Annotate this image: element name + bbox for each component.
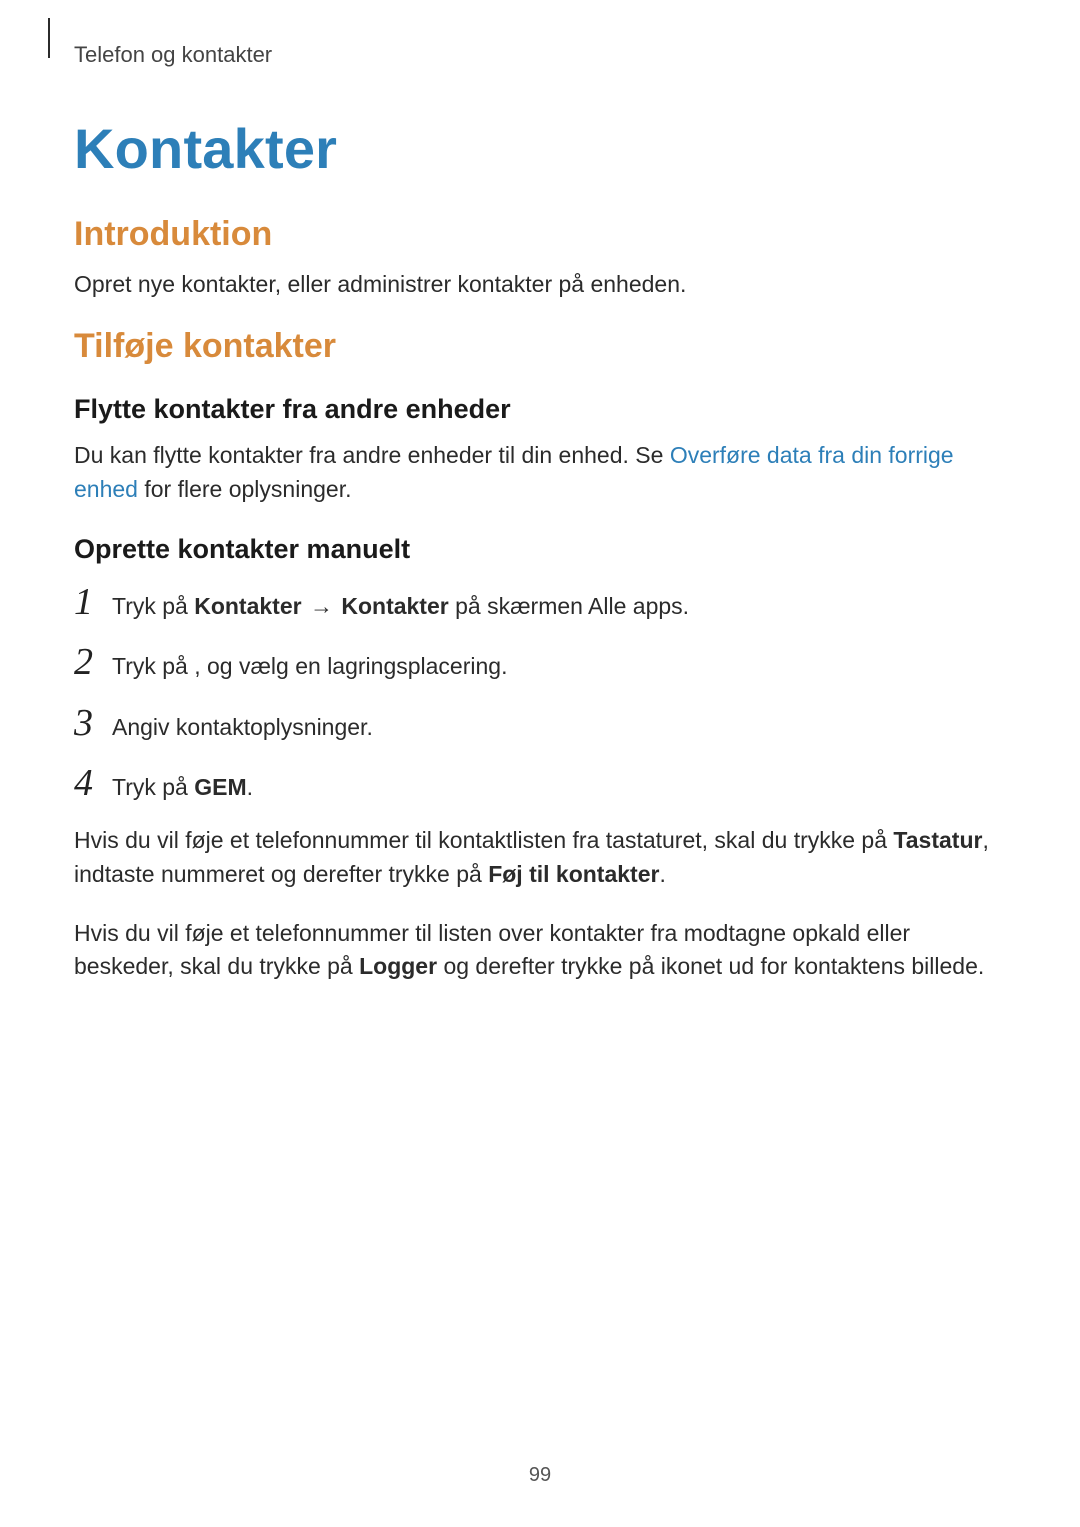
subsection-move-heading: Flytte kontakter fra andre enheder xyxy=(74,394,1006,425)
step-item: 3 Angiv kontaktoplysninger. xyxy=(74,704,1006,744)
note-paragraph: Hvis du vil føje et telefonnummer til li… xyxy=(74,917,1006,984)
page-title: Kontakter xyxy=(74,116,1006,181)
step-item: 1 Tryk på Kontakter → Kontakter på skærm… xyxy=(74,583,1006,623)
step-bold-fragment: Kontakter xyxy=(341,593,448,619)
subsection-move-body: Du kan flytte kontakter fra andre enhede… xyxy=(74,439,1006,506)
step-number: 2 xyxy=(74,643,112,681)
step-text: Tryk på GEM. xyxy=(112,771,253,804)
step-text-fragment: Tryk på xyxy=(112,593,194,619)
step-list: 1 Tryk på Kontakter → Kontakter på skærm… xyxy=(74,583,1006,804)
step-number: 4 xyxy=(74,764,112,802)
step-text-fragment: Angiv kontaktoplysninger. xyxy=(112,714,373,740)
step-text: Angiv kontaktoplysninger. xyxy=(112,711,373,744)
note-text-fragment: . xyxy=(659,861,665,887)
manual-page: Telefon og kontakter Kontakter Introdukt… xyxy=(0,0,1080,1527)
section-introduction-body: Opret nye kontakter, eller administrer k… xyxy=(74,268,1006,301)
breadcrumb: Telefon og kontakter xyxy=(74,42,1006,68)
section-add-heading: Tilføje kontakter xyxy=(74,327,1006,366)
page-number: 99 xyxy=(0,1464,1080,1487)
step-item: 2 Tryk på , og vælg en lagringsplacering… xyxy=(74,643,1006,683)
note-text-fragment: Hvis du vil føje et telefonnummer til ko… xyxy=(74,827,893,853)
note-bold-fragment: Tastatur xyxy=(893,827,982,853)
arrow-icon: → xyxy=(304,593,340,619)
step-text-fragment: Tryk på xyxy=(112,653,194,679)
step-text-fragment: Tryk på xyxy=(112,774,194,800)
note-bold-fragment: Logger xyxy=(359,953,437,979)
step-text-fragment: . xyxy=(247,774,253,800)
body-text-post: for flere oplysninger. xyxy=(138,476,352,502)
header-divider xyxy=(48,18,50,58)
note-paragraph: Hvis du vil føje et telefonnummer til ko… xyxy=(74,824,1006,891)
step-bold-fragment: GEM xyxy=(194,774,246,800)
step-text: Tryk på , og vælg en lagringsplacering. xyxy=(112,650,507,683)
step-text-fragment: , og vælg en lagringsplacering. xyxy=(194,653,507,679)
note-text-fragment: og derefter trykke på ikonet ud for kont… xyxy=(437,953,984,979)
body-text-pre: Du kan flytte kontakter fra andre enhede… xyxy=(74,442,670,468)
step-bold-fragment: Kontakter xyxy=(194,593,301,619)
step-text: Tryk på Kontakter → Kontakter på skærmen… xyxy=(112,590,689,623)
step-number: 1 xyxy=(74,583,112,621)
step-item: 4 Tryk på GEM. xyxy=(74,764,1006,804)
step-text-fragment: på skærmen Alle apps. xyxy=(449,593,689,619)
step-number: 3 xyxy=(74,704,112,742)
note-bold-fragment: Føj til kontakter xyxy=(488,861,659,887)
section-introduction-heading: Introduktion xyxy=(74,215,1006,254)
subsection-manual-heading: Oprette kontakter manuelt xyxy=(74,534,1006,565)
